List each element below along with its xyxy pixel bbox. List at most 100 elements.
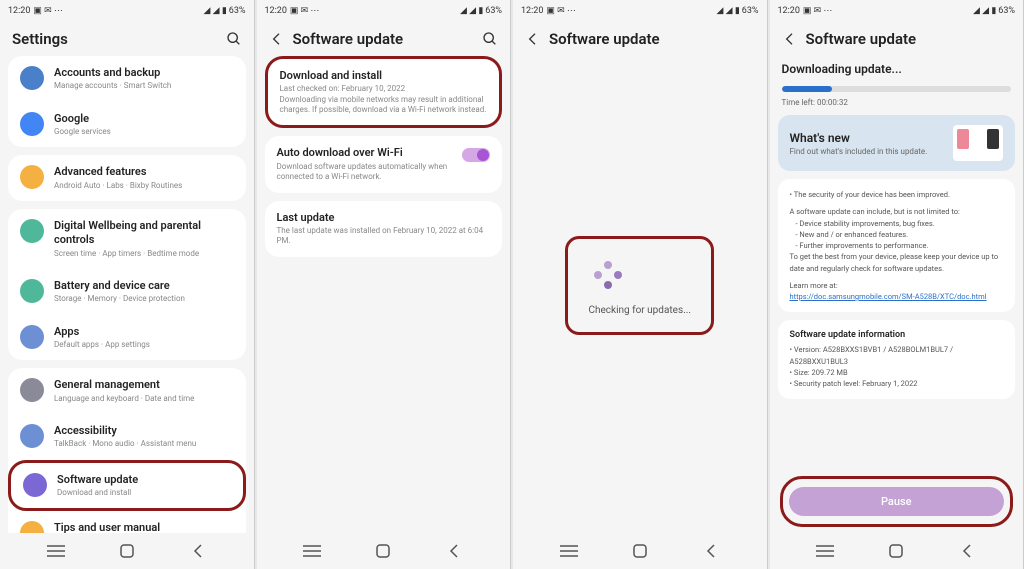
statusbar: 12:20▣ ✉ ⋯ ◢ ◢ ▮63%	[0, 0, 254, 22]
item-icon	[20, 424, 44, 448]
signal-icons: ◢ ◢ ▮	[204, 6, 227, 16]
item-sub: Language and keyboard · Date and time	[54, 394, 234, 404]
recents-button[interactable]	[41, 541, 71, 561]
back-button[interactable]	[183, 541, 213, 561]
back-icon[interactable]	[525, 31, 541, 47]
back-button[interactable]	[696, 541, 726, 561]
loading-spinner	[588, 255, 628, 295]
item-title: Digital Wellbeing and parental controls	[54, 219, 234, 248]
update-option[interactable]: Download and installLast checked on: Feb…	[268, 59, 500, 125]
notif-icons: ▣ ✉ ⋯	[33, 6, 63, 16]
item-title: Accessibility	[54, 424, 234, 438]
whats-new-title: What's new	[790, 131, 954, 145]
checking-highlight: Checking for updates...	[565, 236, 714, 335]
item-title: Tips and user manual	[54, 521, 234, 533]
settings-item[interactable]: Tips and user manualUseful tips · New fe…	[8, 511, 246, 533]
signal-icons: ◢ ◢ ▮	[460, 6, 483, 16]
item-title: Battery and device care	[54, 279, 234, 293]
whats-new-card[interactable]: What's new Find out what's included in t…	[778, 115, 1016, 171]
back-button[interactable]	[439, 541, 469, 561]
header: Software update	[778, 22, 1016, 56]
bullet-3: - Further improvements to performance.	[790, 240, 1004, 251]
software-update-panel: 12:20▣ ✉ ⋯ ◢ ◢ ▮63% Software update Down…	[257, 0, 512, 569]
update-option[interactable]: Auto download over Wi-FiDownload softwar…	[265, 136, 503, 192]
item-title: Last update	[277, 211, 491, 225]
home-button[interactable]	[368, 541, 398, 561]
item-icon	[20, 279, 44, 303]
item-icon	[23, 473, 47, 497]
battery: 63%	[485, 6, 502, 16]
notif-icons: ▣ ✉ ⋯	[803, 6, 833, 16]
battery: 63%	[998, 6, 1015, 16]
item-sub: Default apps · App settings	[54, 340, 234, 350]
home-button[interactable]	[881, 541, 911, 561]
statusbar: 12:20▣ ✉ ⋯ ◢ ◢ ▮63%	[513, 0, 767, 22]
bullet-2: - New and / or enhanced features.	[790, 229, 1004, 240]
pause-button[interactable]: Pause	[789, 487, 1005, 516]
settings-item[interactable]: Advanced features Android Auto · Labs · B…	[8, 155, 246, 201]
settings-item[interactable]: AccessibilityTalkBack · Mono audio · Ass…	[8, 414, 246, 460]
settings-item[interactable]: Accounts and backupManage accounts · Sma…	[8, 56, 246, 102]
item-sub: Download software updates automatically …	[277, 162, 453, 183]
item-icon	[20, 325, 44, 349]
item-title: Apps	[54, 325, 234, 339]
settings-item[interactable]: Battery and device careStorage · Memory …	[8, 269, 246, 315]
battery: 63%	[742, 6, 759, 16]
downloading-panel: 12:20▣ ✉ ⋯ ◢ ◢ ▮63% Software update Down…	[770, 0, 1024, 569]
home-button[interactable]	[625, 541, 655, 561]
item-sub: Android Auto · Labs · Bixby Routines	[54, 181, 234, 191]
recents-button[interactable]	[810, 541, 840, 561]
search-icon[interactable]	[482, 31, 498, 47]
info-size: • Size: 209.72 MB	[790, 367, 1004, 378]
notif-icons: ▣ ✉ ⋯	[546, 6, 576, 16]
item-icon	[20, 112, 44, 136]
item-title: General management	[54, 378, 234, 392]
recents-button[interactable]	[297, 541, 327, 561]
time: 12:20	[8, 6, 30, 16]
back-icon[interactable]	[269, 31, 285, 47]
pause-highlight: Pause	[780, 476, 1014, 527]
battery: 63%	[229, 6, 246, 16]
security-note: • The security of your device has been i…	[790, 189, 1004, 200]
info-version: • Version: A528BXXS1BVB1 / A528BOLM1BUL7…	[790, 344, 1004, 367]
whats-new-sub: Find out what's included in this update.	[790, 147, 954, 156]
settings-item[interactable]: Digital Wellbeing and parental controlsS…	[8, 209, 246, 269]
item-sub: Google services	[54, 127, 234, 137]
item-icon	[20, 165, 44, 189]
recents-button[interactable]	[554, 541, 584, 561]
learn-link[interactable]: https://doc.samsungmobile.com/SM-A528B/X…	[790, 292, 987, 301]
settings-item[interactable]: General management Language and keyboard …	[8, 368, 246, 414]
navbar	[0, 533, 254, 569]
back-button[interactable]	[952, 541, 982, 561]
devices-image	[953, 125, 1003, 161]
settings-item[interactable]: Software updateDownload and install	[11, 463, 243, 509]
item-sub: The last update was installed on Februar…	[277, 226, 491, 247]
page-title: Software update	[549, 30, 755, 48]
bullet-1: - Device stability improvements, bug fix…	[790, 218, 1004, 229]
time-left: Time left: 00:00:32	[778, 96, 1016, 109]
time: 12:20	[265, 6, 287, 16]
item-title: Advanced features	[54, 165, 234, 179]
back-icon[interactable]	[782, 31, 798, 47]
item-title: Google	[54, 112, 234, 126]
checking-panel: 12:20▣ ✉ ⋯ ◢ ◢ ▮63% Software update Chec…	[513, 0, 768, 569]
update-option[interactable]: Last updateThe last update was installed…	[265, 201, 503, 257]
item-sub: Download and install	[57, 488, 231, 498]
settings-item[interactable]: GoogleGoogle services	[8, 102, 246, 148]
notif-icons: ▣ ✉ ⋯	[290, 6, 320, 16]
header: Software update	[521, 22, 759, 56]
item-title: Download and install	[280, 69, 488, 83]
page-title: Software update	[806, 30, 1012, 48]
update-details: • The security of your device has been i…	[778, 179, 1016, 312]
item-sub: Manage accounts · Smart Switch	[54, 81, 234, 91]
signal-icons: ◢ ◢ ▮	[717, 6, 740, 16]
item-icon	[20, 219, 44, 243]
settings-item[interactable]: AppsDefault apps · App settings	[8, 315, 246, 361]
time: 12:20	[521, 6, 543, 16]
statusbar: 12:20▣ ✉ ⋯ ◢ ◢ ▮63%	[770, 0, 1024, 22]
item-icon	[20, 378, 44, 402]
toggle-switch[interactable]	[462, 148, 490, 162]
item-title: Software update	[57, 473, 231, 487]
home-button[interactable]	[112, 541, 142, 561]
search-icon[interactable]	[226, 31, 242, 47]
